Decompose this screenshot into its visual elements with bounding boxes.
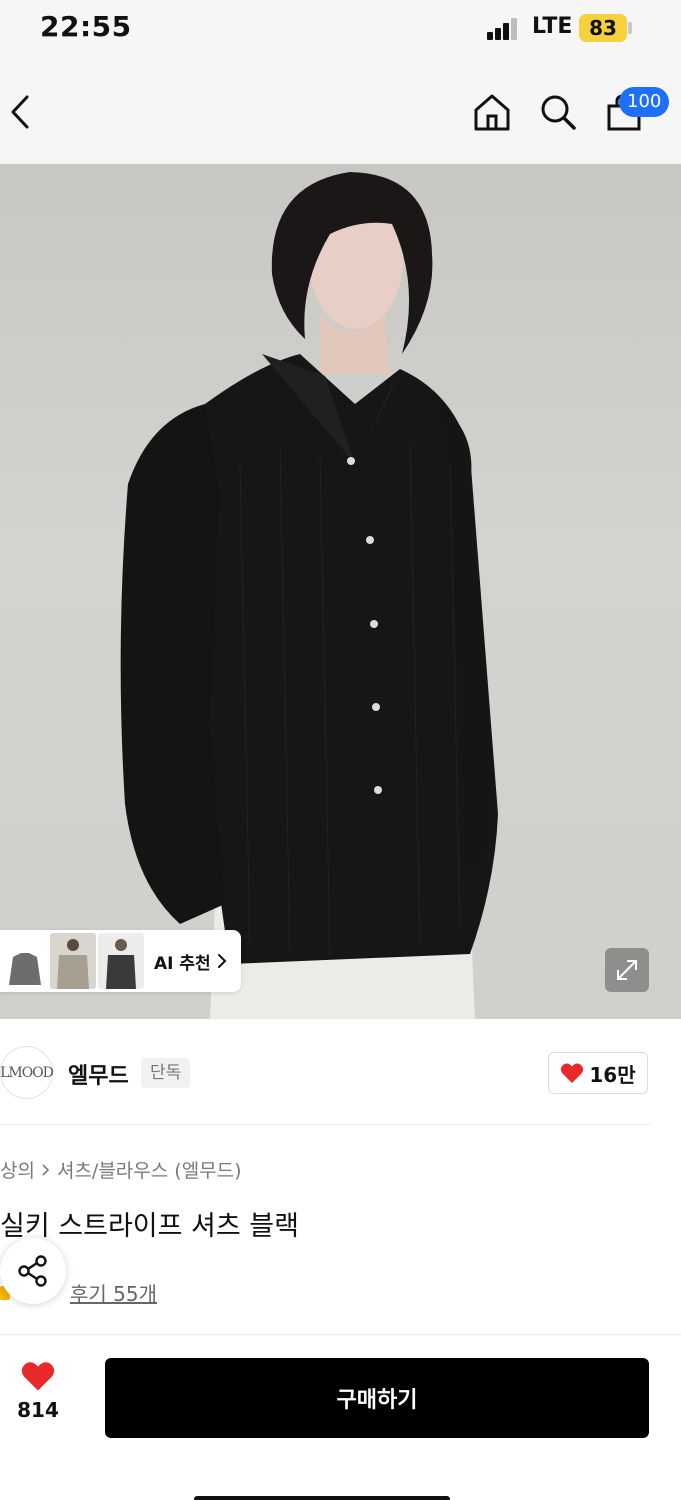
search-button[interactable]: [534, 88, 582, 136]
chevron-right-icon: [217, 954, 227, 968]
ai-thumb-1[interactable]: [2, 933, 48, 989]
heart-icon: [21, 1362, 55, 1391]
review-link[interactable]: 후기 55개: [70, 1278, 157, 1307]
brand-name[interactable]: 엘무드: [68, 1058, 129, 1090]
signal-icon: [487, 18, 521, 40]
battery-icon: 83: [579, 14, 627, 42]
model-photo: [120, 172, 498, 1019]
product-image[interactable]: [0, 164, 681, 1019]
product-title: 실키 스트라이프 셔츠 블랙: [0, 1211, 299, 1242]
ai-thumb-2[interactable]: [50, 933, 96, 989]
home-button[interactable]: [468, 88, 516, 136]
brand-like-count: 16만: [589, 1062, 636, 1087]
expand-image-button[interactable]: [605, 948, 649, 992]
breadcrumb: 상의 셔츠/블라우스 (엘무드): [0, 1156, 242, 1183]
ai-recommend-card[interactable]: AI 추천: [0, 930, 241, 992]
expand-icon: [617, 960, 637, 980]
network-type: LTE: [532, 14, 573, 39]
shirt-thumb-icon: [9, 953, 41, 985]
buy-button[interactable]: 구매하기: [105, 1358, 649, 1438]
chevron-right-icon: [42, 1163, 50, 1176]
exclusive-badge: 단독: [141, 1058, 191, 1088]
home-indicator: [194, 1496, 450, 1500]
divider: [0, 1124, 650, 1125]
ai-thumb-3[interactable]: [98, 933, 144, 989]
divider: [0, 1334, 681, 1335]
search-icon: [541, 95, 576, 130]
model-thumb-icon: [57, 939, 89, 989]
brand-logo[interactable]: LMOOD: [0, 1046, 54, 1099]
model-thumb-icon: [106, 939, 136, 989]
share-icon: [18, 1255, 47, 1287]
share-button[interactable]: [0, 1238, 66, 1304]
heart-icon: [561, 1063, 584, 1083]
status-time: 22:55: [40, 10, 132, 43]
wishlist-button[interactable]: 814: [0, 1360, 76, 1432]
battery-nub: [628, 22, 632, 34]
brand-like-button[interactable]: 16만: [548, 1052, 648, 1094]
back-icon: [11, 95, 29, 129]
breadcrumb-item[interactable]: 셔츠/블라우스 (엘무드): [57, 1156, 242, 1183]
status-bar: 22:55 LTE 83: [0, 0, 681, 60]
home-icon: [474, 94, 510, 131]
cart-badge: 100: [619, 87, 670, 117]
breadcrumb-item[interactable]: 상의: [0, 1156, 35, 1183]
nav-bar: [0, 60, 681, 164]
ai-recommend-label: AI 추천: [154, 953, 211, 974]
back-button[interactable]: [0, 86, 40, 138]
wishlist-count: 814: [17, 1398, 59, 1422]
